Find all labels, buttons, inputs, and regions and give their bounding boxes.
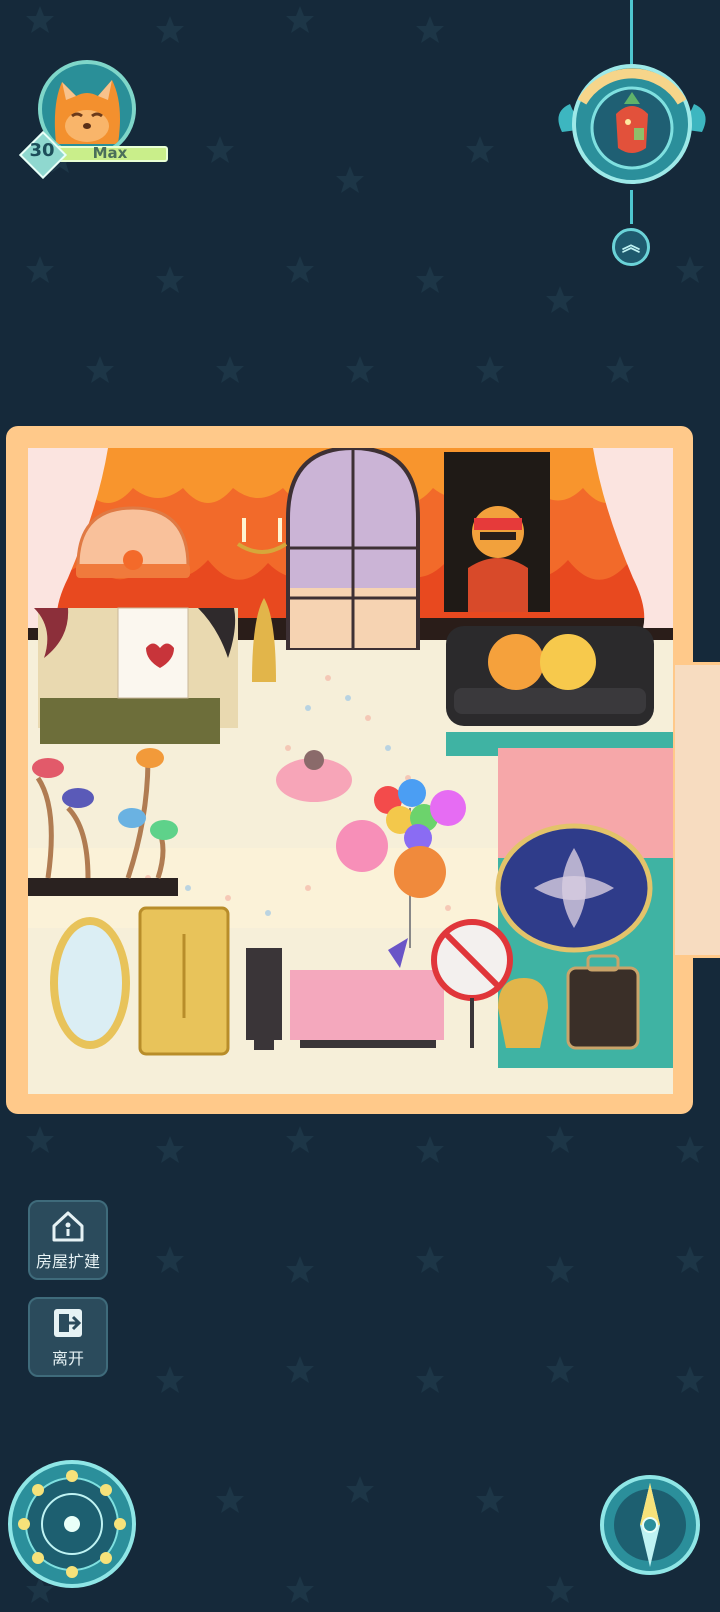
exit-icon xyxy=(54,1309,82,1337)
magic-circle-button[interactable] xyxy=(6,1458,138,1590)
carrot-medallion-button[interactable] xyxy=(552,62,712,192)
home-icon xyxy=(52,1211,84,1242)
leave-button[interactable]: 离开 xyxy=(28,1297,108,1377)
hanging-line-lower xyxy=(630,190,633,224)
room-scene[interactable] xyxy=(28,448,673,1094)
compass-button[interactable] xyxy=(598,1473,702,1577)
player-avatar-panel[interactable]: Max 30 xyxy=(18,58,168,180)
house-expand-button[interactable]: 房屋扩建 xyxy=(28,1200,108,1280)
house-expand-label: 房屋扩建 xyxy=(35,1252,100,1271)
leave-label: 离开 xyxy=(51,1349,84,1368)
level-status: Max xyxy=(92,144,128,162)
room-side-door[interactable] xyxy=(675,662,720,958)
hanging-line xyxy=(630,0,633,70)
level-number: 30 xyxy=(29,140,55,161)
chevron-up-icon[interactable]: ︽ xyxy=(612,228,650,266)
